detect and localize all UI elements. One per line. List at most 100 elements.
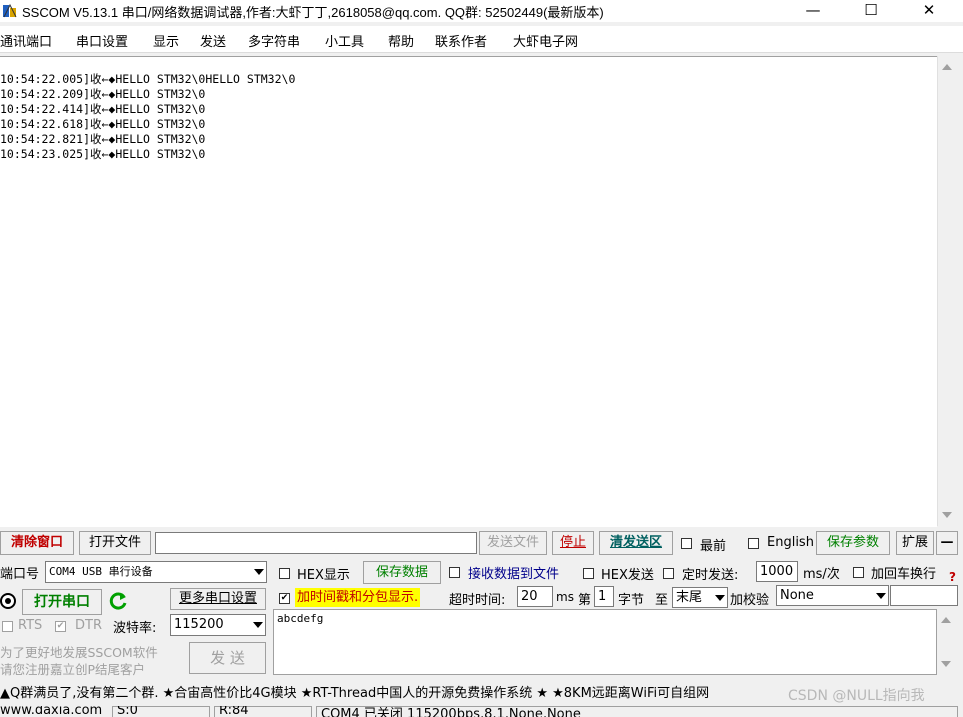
open-port-button[interactable]: 打开串口	[22, 589, 102, 615]
status-site[interactable]: www.daxia.com	[0, 706, 102, 717]
byte-label: 字节	[618, 593, 645, 608]
scroll-up-icon[interactable]	[942, 64, 952, 70]
add-crlf-checkbox[interactable]	[853, 567, 864, 578]
title-bar: SSCOM V5.13.1 串口/网络数据调试器,作者:大虾丁丁,2618058…	[0, 0, 963, 22]
save-data-button[interactable]: 保存数据	[363, 561, 441, 584]
minimize-button[interactable]: —	[784, 0, 842, 22]
checksum-result-input[interactable]	[890, 585, 958, 606]
scroll-down-icon[interactable]	[942, 512, 952, 518]
port-status-icon	[0, 593, 16, 609]
receive-line: 10:54:22.414]收←◆HELLO STM32\0	[0, 102, 206, 116]
stop-button[interactable]: 停止	[552, 531, 594, 555]
ticker-text[interactable]: ▲Q群满员了,没有第二个群. ★合宙高性价比4G模块 ★RT-Thread中国人…	[0, 682, 709, 701]
send-scrollbar[interactable]	[937, 609, 955, 675]
menu-contact-author[interactable]: 联系作者	[435, 31, 487, 50]
port-select[interactable]: COM4 USB 串行设备	[45, 561, 267, 583]
chevron-down-icon	[715, 595, 725, 601]
timestamp-label: 加时间戳和分包显示.	[295, 588, 421, 607]
nth-input[interactable]: 1	[594, 586, 614, 607]
watermark: CSDN @NULL指向我	[788, 688, 925, 704]
dtr-checkbox[interactable]: ✔	[55, 621, 66, 632]
close-button[interactable]: ✕	[900, 0, 958, 22]
receive-line: 10:54:22.209]收←◆HELLO STM32\0	[0, 87, 206, 101]
chevron-down-icon	[876, 593, 886, 599]
recv-to-file-label: 接收数据到文件	[468, 567, 560, 582]
maximize-button[interactable]: ☐	[842, 0, 900, 22]
hex-send-checkbox[interactable]	[583, 568, 594, 579]
chevron-down-icon	[254, 569, 264, 575]
timeout-input[interactable]: 20	[517, 586, 553, 607]
menu-tools[interactable]: 小工具	[325, 31, 364, 50]
menu-comm-port[interactable]: 通讯端口	[0, 31, 52, 50]
recv-to-file-checkbox[interactable]	[449, 567, 460, 578]
status-bar: www.daxia.com S:0 R:84 COM4 已关闭 115200bp…	[0, 706, 963, 717]
save-params-button[interactable]: 保存参数	[816, 531, 890, 555]
topmost-label: 最前	[700, 539, 727, 554]
timeout-label: 超时时间:	[449, 593, 506, 608]
clear-window-button[interactable]: 清除窗口	[0, 531, 74, 555]
app-icon	[2, 3, 18, 19]
checksum-label: 加校验	[730, 593, 770, 608]
receive-line: 10:54:23.025]收←◆HELLO STM32\0	[0, 147, 206, 161]
menu-daxia-site[interactable]: 大虾电子网	[513, 31, 578, 50]
menu-display[interactable]: 显示	[153, 31, 179, 50]
collapse-button[interactable]: —	[936, 531, 958, 555]
status-port-state: COM4 已关闭 115200bps,8,1,None,None	[321, 707, 581, 717]
receive-area[interactable]: 10:54:22.005]收←◆HELLO STM32\0HELLO STM32…	[0, 56, 937, 527]
to-label: 至	[655, 593, 669, 608]
add-crlf-label: 加回车换行	[871, 567, 937, 582]
status-sent-count: S:0	[117, 706, 138, 717]
checksum-value: None	[780, 588, 814, 603]
refresh-icon[interactable]	[107, 590, 129, 612]
menu-bar: 通讯端口 串口设置 显示 发送 多字符串 小工具 帮助 联系作者 大虾电子网	[0, 26, 963, 53]
english-checkbox[interactable]	[748, 538, 759, 549]
baud-value: 115200	[174, 617, 224, 632]
hex-display-checkbox[interactable]	[279, 568, 290, 579]
menu-send[interactable]: 发送	[200, 31, 226, 50]
timed-send-label: 定时发送:	[682, 568, 739, 583]
hex-display-label: HEX显示	[297, 568, 350, 583]
scroll-up-icon[interactable]	[941, 617, 951, 623]
file-path-input[interactable]	[155, 532, 477, 554]
menu-multi-string[interactable]: 多字符串	[248, 31, 300, 50]
topmost-checkbox[interactable]	[681, 538, 692, 549]
receive-line: 10:54:22.618]收←◆HELLO STM32\0	[0, 117, 206, 131]
send-file-button[interactable]: 发送文件	[479, 531, 547, 555]
menu-serial-settings[interactable]: 串口设置	[76, 31, 128, 50]
clear-send-button[interactable]: 清发送区	[599, 531, 673, 555]
interval-unit-label: ms/次	[803, 567, 840, 582]
end-select[interactable]: 末尾	[672, 587, 728, 608]
promo-line-2[interactable]: 请您注册嘉立创P结尾客户	[0, 659, 145, 678]
baud-select[interactable]: 115200	[170, 614, 266, 636]
ticker-bar: ▲Q群满员了,没有第二个群. ★合宙高性价比4G模块 ★RT-Thread中国人…	[0, 680, 963, 704]
interval-input[interactable]: 1000	[756, 561, 798, 582]
port-value: COM4 USB 串行设备	[49, 565, 153, 578]
status-recv-count: R:84	[219, 706, 249, 717]
hex-send-label: HEX发送	[601, 568, 654, 583]
dtr-label: DTR	[75, 618, 102, 633]
port-label: 端口号	[0, 567, 40, 582]
english-label: English	[767, 535, 814, 550]
receive-line: 10:54:22.005]收←◆HELLO STM32\0HELLO STM32…	[0, 72, 296, 86]
receive-line: 10:54:22.821]收←◆HELLO STM32\0	[0, 132, 206, 146]
end-value: 末尾	[676, 590, 703, 605]
send-button[interactable]: 发 送	[189, 642, 266, 674]
rts-checkbox[interactable]	[2, 621, 13, 632]
expand-button[interactable]: 扩展	[896, 531, 934, 555]
receive-scrollbar[interactable]	[937, 56, 956, 526]
help-icon[interactable]: ?	[949, 570, 956, 584]
menu-help[interactable]: 帮助	[388, 31, 414, 50]
more-settings-button[interactable]: 更多串口设置	[170, 588, 266, 610]
timestamp-checkbox[interactable]: ✔	[279, 593, 290, 604]
timeout-unit-label: ms	[556, 590, 574, 604]
scroll-down-icon[interactable]	[941, 661, 951, 667]
rts-label: RTS	[18, 618, 43, 633]
baud-label: 波特率:	[113, 621, 157, 636]
checksum-select[interactable]: None	[776, 585, 889, 606]
send-textarea[interactable]: abcdefg	[273, 609, 937, 675]
window-title: SSCOM V5.13.1 串口/网络数据调试器,作者:大虾丁丁,2618058…	[22, 5, 604, 20]
open-file-button[interactable]: 打开文件	[79, 531, 151, 555]
nth-label: 第	[578, 593, 592, 608]
chevron-down-icon	[253, 622, 263, 628]
timed-send-checkbox[interactable]	[663, 568, 674, 579]
